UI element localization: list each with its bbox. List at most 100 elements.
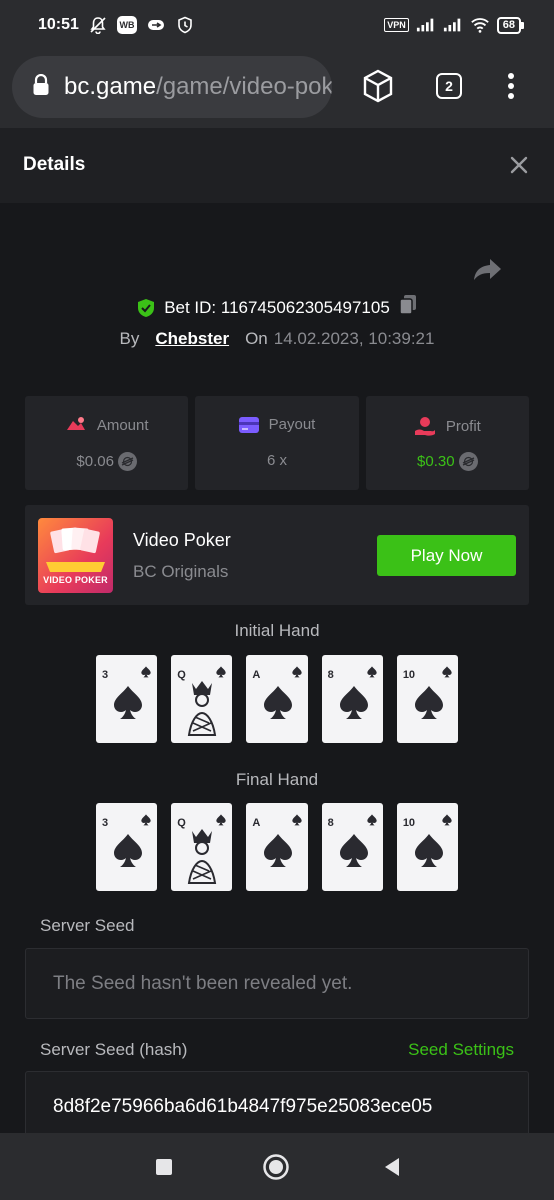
payout-icon bbox=[238, 416, 259, 433]
game-card: VIDEO POKER Video Poker BC Originals Pla… bbox=[25, 505, 529, 605]
queen-face-icon bbox=[181, 673, 223, 737]
cube-icon bbox=[363, 69, 393, 103]
amount-icon bbox=[66, 417, 85, 430]
spade-icon bbox=[262, 685, 294, 721]
spade-icon bbox=[441, 665, 453, 678]
playing-card: 10 bbox=[396, 655, 459, 743]
details-header: Details bbox=[0, 128, 554, 203]
playing-card: Q bbox=[171, 803, 233, 891]
url-domain: bc.game bbox=[64, 73, 157, 100]
wifi-icon bbox=[470, 15, 490, 35]
stat-label: Payout bbox=[268, 416, 316, 433]
spade-icon bbox=[112, 833, 144, 869]
close-button[interactable] bbox=[508, 154, 530, 176]
wb-app-icon: WB bbox=[117, 16, 137, 34]
stat-value: $0.06 bbox=[76, 453, 114, 470]
spade-icon bbox=[441, 813, 453, 826]
bet-author-row: By Chebster On 14.02.2023, 10:39:21 bbox=[0, 329, 554, 349]
game-subtitle: BC Originals bbox=[133, 562, 229, 581]
card-rank: A bbox=[252, 817, 261, 829]
signal-icon-1 bbox=[416, 15, 436, 35]
battery-icon: 68 bbox=[496, 16, 524, 34]
profit-icon bbox=[414, 417, 435, 436]
share-icon bbox=[474, 259, 501, 280]
url-text: bc.game/game/video-poker bbox=[64, 73, 332, 101]
menu-button[interactable] bbox=[491, 66, 531, 106]
copy-button[interactable] bbox=[398, 294, 418, 321]
game-thumbnail[interactable]: VIDEO POKER bbox=[38, 518, 113, 593]
status-bar: 10:51 WB VPN 68 bbox=[0, 0, 554, 52]
spade-icon bbox=[338, 685, 370, 721]
card-rank: 10 bbox=[402, 817, 416, 829]
tabs-button[interactable]: 2 bbox=[429, 66, 469, 106]
spade-icon bbox=[366, 813, 378, 826]
stat-value: $0.30 bbox=[417, 453, 455, 470]
page-title: Details bbox=[23, 154, 86, 175]
server-seed-hash-label: Server Seed (hash) bbox=[40, 1040, 188, 1059]
username-link[interactable]: Chebster bbox=[155, 329, 229, 349]
bet-id-row: Bet ID: 116745062305497105 bbox=[0, 294, 554, 321]
stat-amount: Amount $0.06 bbox=[25, 396, 189, 490]
shield-clock-icon bbox=[175, 15, 195, 35]
spade-icon bbox=[140, 665, 152, 678]
recents-button[interactable] bbox=[150, 1153, 178, 1181]
more-vertical-icon bbox=[508, 73, 514, 99]
playing-card: 3 bbox=[96, 655, 158, 743]
spade-icon bbox=[366, 665, 378, 678]
copy-icon bbox=[399, 295, 416, 315]
playing-card: Q bbox=[171, 655, 233, 743]
stat-label: Profit bbox=[445, 417, 481, 435]
playing-card: 8 bbox=[321, 655, 383, 743]
game-thumb-text: VIDEO POKER bbox=[43, 575, 108, 585]
stat-payout: Payout 6 x bbox=[195, 396, 359, 490]
url-path: /game/video-poker bbox=[156, 73, 332, 100]
back-button[interactable] bbox=[378, 1153, 406, 1181]
home-icon bbox=[263, 1154, 289, 1180]
game-title: Video Poker bbox=[133, 530, 231, 550]
stellar-coin-icon bbox=[117, 452, 137, 471]
spade-icon bbox=[112, 685, 144, 721]
server-seed-label: Server Seed bbox=[40, 916, 135, 935]
bet-date: 14.02.2023, 10:39:21 bbox=[273, 329, 435, 348]
card-rank: A bbox=[252, 669, 261, 681]
share-button[interactable] bbox=[472, 253, 504, 285]
signal-icon-2 bbox=[443, 15, 463, 35]
server-seed-hash-field[interactable]: 8d8f2e75966ba6d61b4847f975e25083ece05 bbox=[25, 1071, 529, 1142]
spade-icon bbox=[413, 833, 445, 869]
status-icons-left: WB bbox=[88, 15, 195, 35]
spade-icon bbox=[291, 813, 303, 826]
by-label: By bbox=[119, 329, 140, 348]
stellar-coin-icon bbox=[458, 452, 478, 471]
close-icon bbox=[510, 156, 528, 174]
server-seed-field: The Seed hasn't been revealed yet. bbox=[25, 948, 529, 1019]
card-rank: 8 bbox=[327, 669, 334, 681]
stat-value: 6 x bbox=[266, 452, 287, 469]
browser-toolbar: bc.game/game/video-poker 2 bbox=[0, 52, 554, 128]
box-extension-button[interactable] bbox=[358, 66, 398, 106]
spade-icon bbox=[413, 685, 445, 721]
verified-shield-icon bbox=[138, 298, 155, 317]
battery-level: 68 bbox=[496, 16, 521, 34]
home-button[interactable] bbox=[262, 1153, 290, 1181]
bet-stats: Amount $0.06 Payout 6 x Profit $0.30 bbox=[25, 396, 529, 490]
seed-settings-link[interactable]: Seed Settings bbox=[408, 1040, 514, 1060]
playing-card: 8 bbox=[321, 803, 383, 891]
back-icon bbox=[385, 1158, 399, 1176]
card-rank: 8 bbox=[327, 817, 334, 829]
cloud-sync-icon bbox=[146, 15, 166, 35]
play-now-button[interactable]: Play Now bbox=[377, 535, 516, 576]
on-label: On bbox=[245, 329, 268, 348]
recents-icon bbox=[156, 1159, 172, 1175]
card-rank: 3 bbox=[102, 817, 109, 829]
spade-icon bbox=[262, 833, 294, 869]
spade-icon bbox=[291, 665, 303, 678]
final-hand: 3 Q A 8 10 bbox=[96, 803, 459, 891]
tab-count: 2 bbox=[436, 73, 462, 99]
playing-card: 10 bbox=[396, 803, 459, 891]
initial-hand-title: Initial Hand bbox=[234, 621, 320, 640]
playing-card: A bbox=[246, 655, 308, 743]
playing-card: A bbox=[246, 803, 308, 891]
card-rank: 10 bbox=[402, 669, 416, 681]
url-bar[interactable]: bc.game/game/video-poker bbox=[12, 56, 332, 118]
bet-details: Bet ID: 116745062305497105 By Chebster O… bbox=[0, 203, 554, 1142]
